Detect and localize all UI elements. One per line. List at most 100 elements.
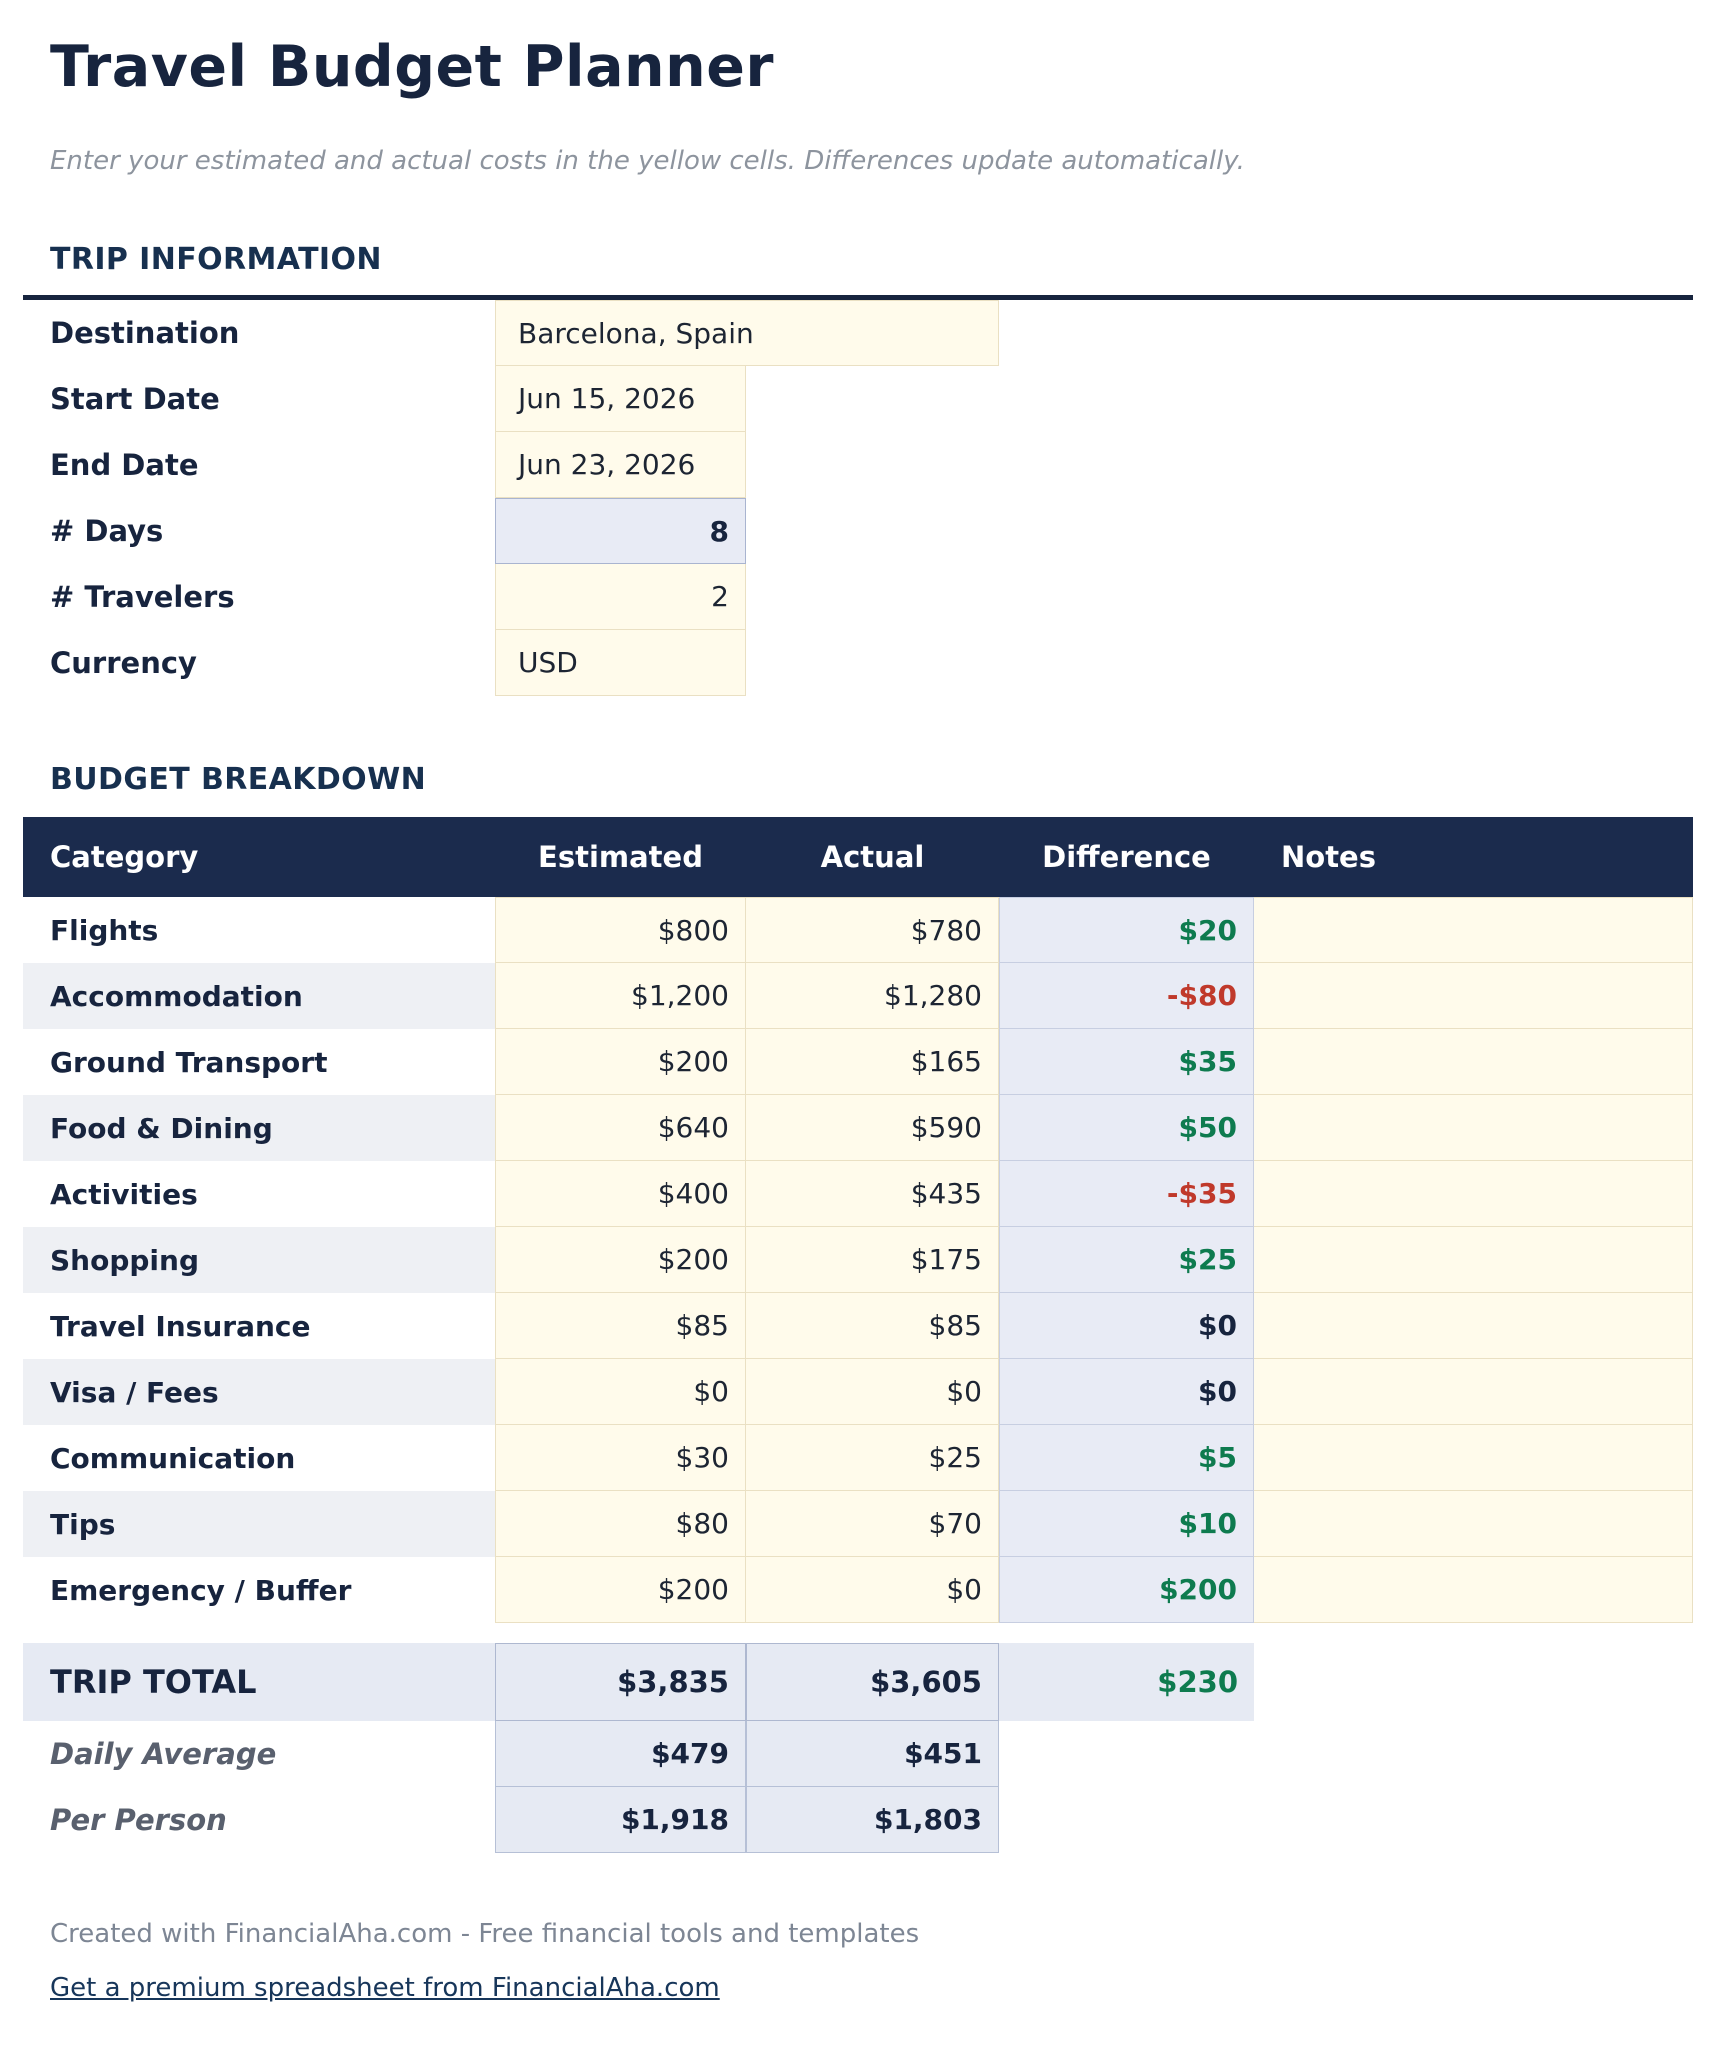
budget-actual-cell[interactable]: $0 bbox=[746, 1557, 999, 1623]
budget-estimated-cell[interactable]: $400 bbox=[495, 1161, 746, 1227]
budget-row: Food & Dining$640$590$50 bbox=[23, 1095, 1693, 1161]
budget-category-cell: Emergency / Buffer bbox=[23, 1557, 495, 1623]
budget-notes-cell[interactable] bbox=[1254, 1029, 1693, 1095]
trip-field-label: # Days bbox=[23, 498, 495, 564]
budget-notes-cell[interactable] bbox=[1254, 1293, 1693, 1359]
summary-actual-cell: $451 bbox=[746, 1721, 999, 1787]
budget-category-cell: Accommodation bbox=[23, 963, 495, 1029]
page-subtitle: Enter your estimated and actual costs in… bbox=[50, 146, 1693, 176]
budget-notes-cell[interactable] bbox=[1254, 1557, 1693, 1623]
budget-actual-cell[interactable]: $70 bbox=[746, 1491, 999, 1557]
trip-field-label: # Travelers bbox=[23, 564, 495, 630]
trip-field-value[interactable]: Jun 23, 2026 bbox=[495, 432, 746, 498]
trip-field-value[interactable]: USD bbox=[495, 630, 746, 696]
budget-difference-cell: $35 bbox=[999, 1029, 1254, 1095]
summary-actual-cell: $1,803 bbox=[746, 1787, 999, 1853]
budget-notes-cell[interactable] bbox=[1254, 963, 1693, 1029]
summary-label: Per Person bbox=[23, 1787, 495, 1853]
budget-difference-cell: -$35 bbox=[999, 1161, 1254, 1227]
budget-estimated-cell[interactable]: $80 bbox=[495, 1491, 746, 1557]
trip-field-label: Start Date bbox=[23, 366, 495, 432]
trip-info-row: CurrencyUSD bbox=[23, 630, 1693, 696]
budget-actual-cell[interactable]: $85 bbox=[746, 1293, 999, 1359]
budget-notes-cell[interactable] bbox=[1254, 897, 1693, 963]
column-header-notes: Notes bbox=[1254, 840, 1693, 874]
footer-credit: Created with FinancialAha.com - Free fin… bbox=[50, 1919, 1693, 1949]
trip-info-row: DestinationBarcelona, Spain bbox=[23, 300, 1693, 366]
budget-difference-cell: $50 bbox=[999, 1095, 1254, 1161]
column-header-estimated: Estimated bbox=[495, 840, 746, 874]
summary-estimated-cell: $1,918 bbox=[495, 1787, 746, 1853]
budget-row: Shopping$200$175$25 bbox=[23, 1227, 1693, 1293]
trip-field-label: Destination bbox=[23, 300, 495, 366]
budget-notes-cell[interactable] bbox=[1254, 1161, 1693, 1227]
budget-estimated-cell[interactable]: $640 bbox=[495, 1095, 746, 1161]
budget-estimated-cell[interactable]: $800 bbox=[495, 897, 746, 963]
trip-total-filler bbox=[1254, 1643, 1693, 1721]
summary-filler bbox=[1254, 1721, 1693, 1787]
summary-rows: Daily Average$479$451Per Person$1,918$1,… bbox=[23, 1721, 1693, 1853]
trip-field-label: End Date bbox=[23, 432, 495, 498]
budget-estimated-cell[interactable]: $85 bbox=[495, 1293, 746, 1359]
budget-category-cell: Communication bbox=[23, 1425, 495, 1491]
trip-total-row: TRIP TOTAL $3,835 $3,605 $230 bbox=[23, 1643, 1693, 1721]
budget-estimated-cell[interactable]: $200 bbox=[495, 1029, 746, 1095]
trip-info-row: # Travelers2 bbox=[23, 564, 1693, 630]
budget-notes-cell[interactable] bbox=[1254, 1425, 1693, 1491]
budget-row: Tips$80$70$10 bbox=[23, 1491, 1693, 1557]
budget-actual-cell[interactable]: $590 bbox=[746, 1095, 999, 1161]
trip-total-estimated: $3,835 bbox=[495, 1643, 746, 1721]
budget-row: Communication$30$25$5 bbox=[23, 1425, 1693, 1491]
budget-notes-cell[interactable] bbox=[1254, 1491, 1693, 1557]
summary-label: Daily Average bbox=[23, 1721, 495, 1787]
budget-actual-cell[interactable]: $1,280 bbox=[746, 963, 999, 1029]
budget-table: Category Estimated Actual Difference Not… bbox=[23, 817, 1693, 1853]
summary-estimated-cell: $479 bbox=[495, 1721, 746, 1787]
trip-info-row: # Days8 bbox=[23, 498, 1693, 564]
budget-estimated-cell[interactable]: $200 bbox=[495, 1227, 746, 1293]
budget-estimated-cell[interactable]: $1,200 bbox=[495, 963, 746, 1029]
budget-category-cell: Shopping bbox=[23, 1227, 495, 1293]
trip-field-value[interactable]: Jun 15, 2026 bbox=[495, 366, 746, 432]
budget-notes-cell[interactable] bbox=[1254, 1095, 1693, 1161]
budget-row: Accommodation$1,200$1,280-$80 bbox=[23, 963, 1693, 1029]
budget-category-cell: Visa / Fees bbox=[23, 1359, 495, 1425]
budget-difference-cell: $0 bbox=[999, 1293, 1254, 1359]
budget-table-header: Category Estimated Actual Difference Not… bbox=[23, 817, 1693, 897]
budget-row: Flights$800$780$20 bbox=[23, 897, 1693, 963]
budget-actual-cell[interactable]: $175 bbox=[746, 1227, 999, 1293]
trip-field-value[interactable]: 2 bbox=[495, 564, 746, 630]
budget-difference-cell: $0 bbox=[999, 1359, 1254, 1425]
budget-row: Activities$400$435-$35 bbox=[23, 1161, 1693, 1227]
budget-actual-cell[interactable]: $780 bbox=[746, 897, 999, 963]
trip-info-row: End DateJun 23, 2026 bbox=[23, 432, 1693, 498]
budget-row: Emergency / Buffer$200$0$200 bbox=[23, 1557, 1693, 1623]
page-title: Travel Budget Planner bbox=[50, 34, 1693, 100]
budget-estimated-cell[interactable]: $30 bbox=[495, 1425, 746, 1491]
budget-table-body: Flights$800$780$20Accommodation$1,200$1,… bbox=[23, 897, 1693, 1623]
trip-field-label: Currency bbox=[23, 630, 495, 696]
column-header-difference: Difference bbox=[999, 840, 1254, 874]
budget-notes-cell[interactable] bbox=[1254, 1359, 1693, 1425]
budget-category-cell: Tips bbox=[23, 1491, 495, 1557]
budget-estimated-cell[interactable]: $200 bbox=[495, 1557, 746, 1623]
column-header-actual: Actual bbox=[746, 840, 999, 874]
budget-actual-cell[interactable]: $0 bbox=[746, 1359, 999, 1425]
budget-actual-cell[interactable]: $165 bbox=[746, 1029, 999, 1095]
footer-premium-link[interactable]: Get a premium spreadsheet from Financial… bbox=[50, 1973, 720, 2003]
summary-filler bbox=[999, 1787, 1254, 1853]
budget-difference-cell: $10 bbox=[999, 1491, 1254, 1557]
budget-difference-cell: $5 bbox=[999, 1425, 1254, 1491]
trip-information-heading: TRIP INFORMATION bbox=[50, 242, 1693, 277]
budget-row: Travel Insurance$85$85$0 bbox=[23, 1293, 1693, 1359]
budget-category-cell: Travel Insurance bbox=[23, 1293, 495, 1359]
budget-difference-cell: -$80 bbox=[999, 963, 1254, 1029]
budget-estimated-cell[interactable]: $0 bbox=[495, 1359, 746, 1425]
trip-field-value: 8 bbox=[495, 498, 746, 564]
budget-difference-cell: $200 bbox=[999, 1557, 1254, 1623]
budget-actual-cell[interactable]: $435 bbox=[746, 1161, 999, 1227]
budget-notes-cell[interactable] bbox=[1254, 1227, 1693, 1293]
trip-field-value[interactable]: Barcelona, Spain bbox=[495, 300, 999, 366]
budget-actual-cell[interactable]: $25 bbox=[746, 1425, 999, 1491]
summary-row: Per Person$1,918$1,803 bbox=[23, 1787, 1693, 1853]
